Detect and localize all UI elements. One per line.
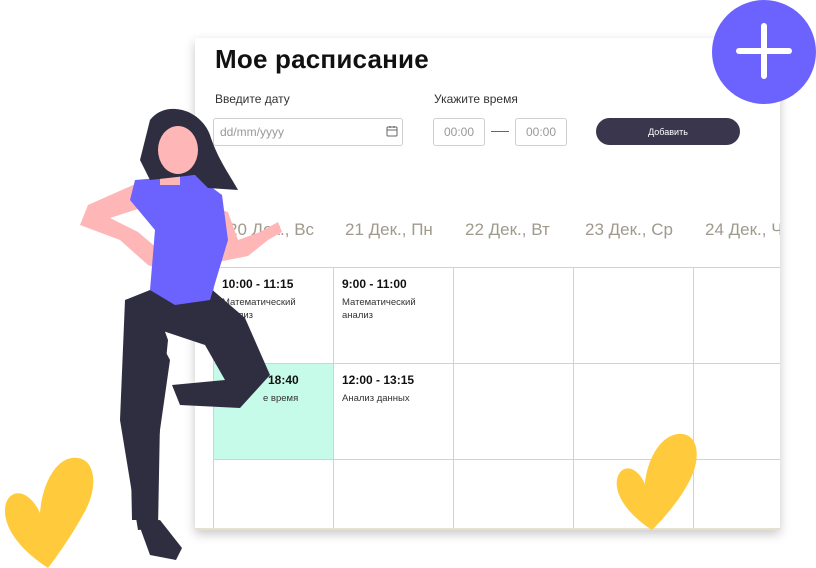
leaf-illustration [616,433,697,530]
grid-line [573,267,574,528]
grid-line [213,267,214,528]
plus-icon[interactable] [711,0,816,104]
time-label: Укажите время [434,92,518,106]
event-title: Математический анализ [342,297,416,321]
leaf-illustration [4,457,94,568]
date-label: Введите дату [215,92,290,106]
event-title: Математический анализ [222,297,296,321]
day-header: 24 Дек., Ч [705,220,780,239]
grid-line [213,363,780,364]
event-title: Анализ данных [342,393,410,404]
event-time[interactable]: 10:00 - 11:15 [222,277,293,291]
event-time[interactable]: 18:40 [268,373,299,387]
time-start-input[interactable]: 00:00 [433,118,485,146]
day-header: 22 Дек., Вт [465,220,550,239]
time-end-input[interactable]: 00:00 [515,118,567,146]
grid-line [213,267,780,268]
date-input[interactable]: dd/mm/yyyy [213,118,403,146]
day-header: 21 Дек., Пн [345,220,433,239]
event-time[interactable]: 12:00 - 13:15 [342,373,414,387]
event-time[interactable]: 9:00 - 11:00 [342,277,407,291]
date-placeholder: dd/mm/yyyy [220,125,285,139]
day-header: 23 Дек., Ср [585,220,673,239]
calendar-icon[interactable] [386,125,398,137]
add-button[interactable]: Добавить [596,118,740,145]
grid-line [453,267,454,528]
time-range-dash [491,131,509,132]
page-title: Мое расписание [215,44,429,74]
day-header: 20 Дек., Вс [228,220,315,239]
